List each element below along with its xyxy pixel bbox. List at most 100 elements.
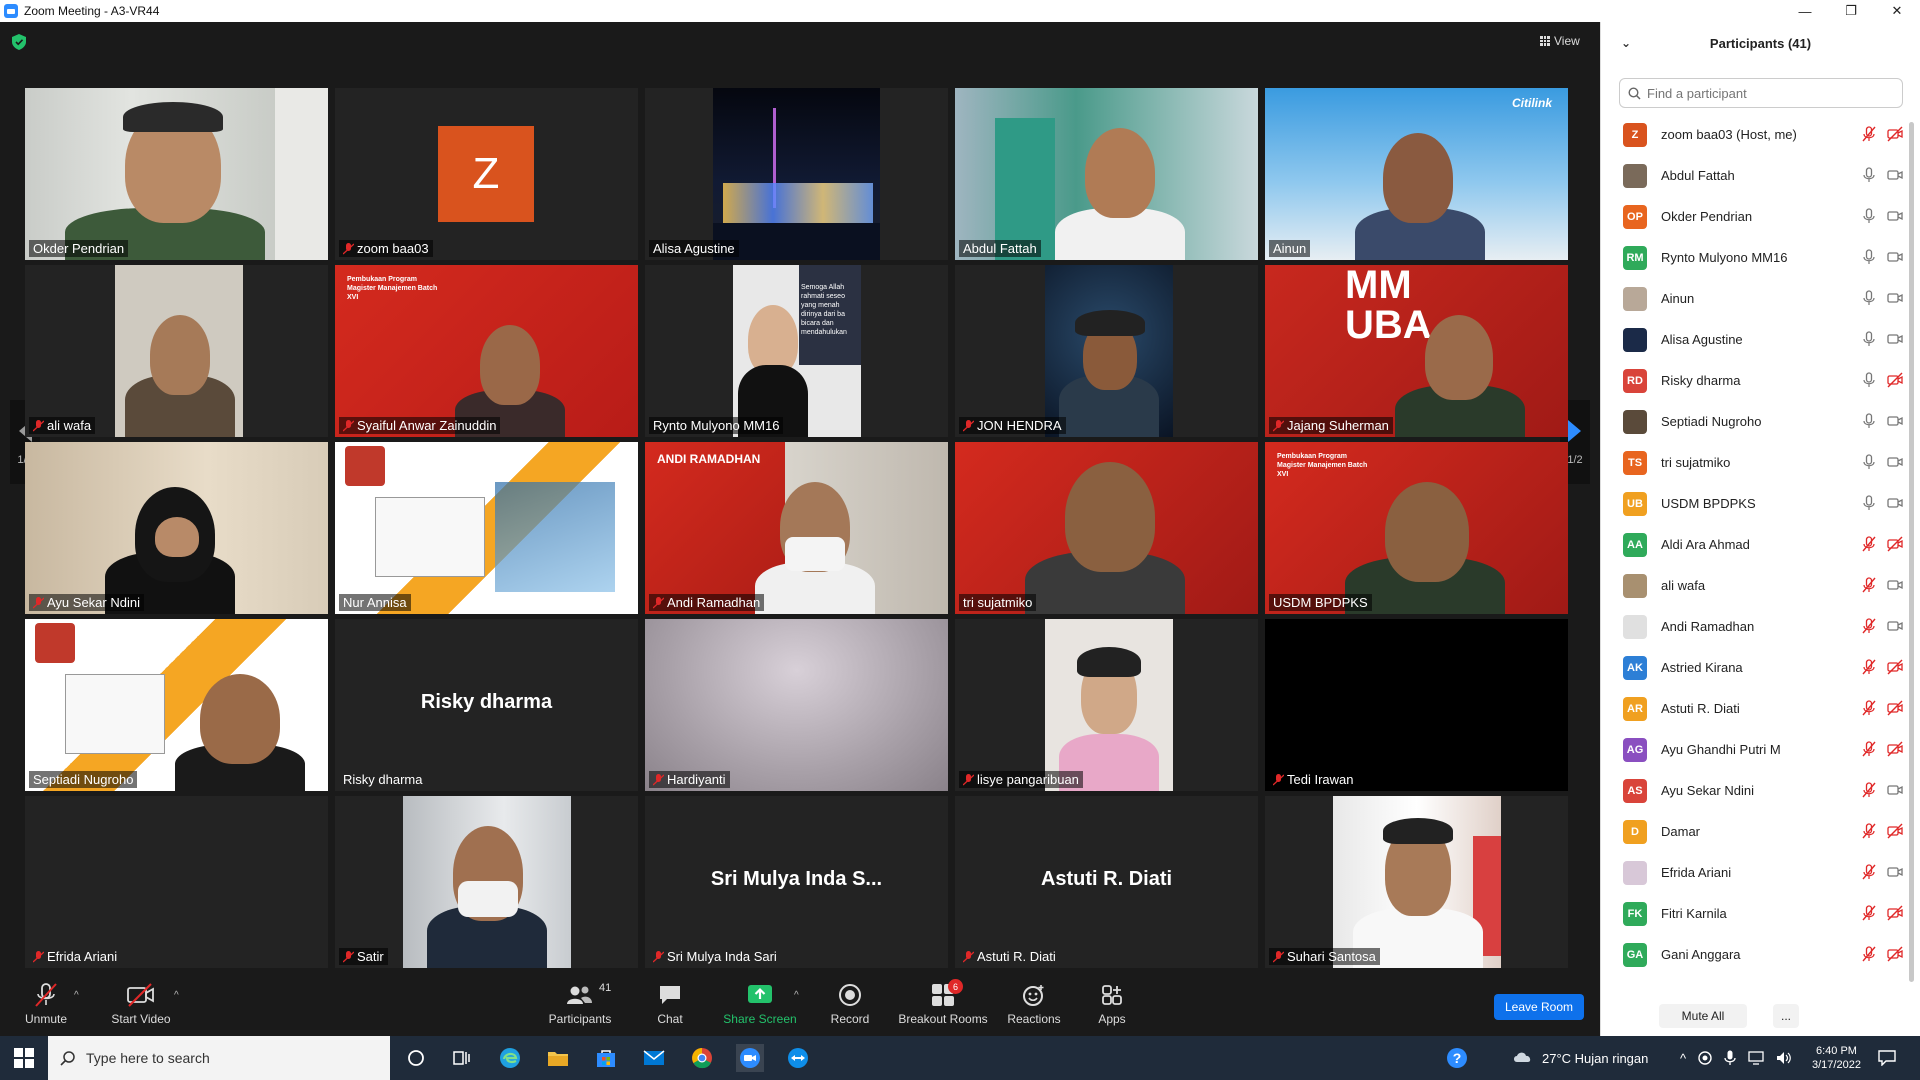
camera-icon[interactable] — [1887, 290, 1903, 306]
more-options-button[interactable]: ... — [1773, 1004, 1799, 1028]
camera-icon[interactable] — [1887, 454, 1903, 470]
participant-row[interactable]: RD Risky dharma — [1601, 360, 1920, 401]
zoom-app-icon[interactable] — [736, 1044, 764, 1072]
audio-options-caret-icon[interactable]: ^ — [74, 990, 79, 1001]
video-tile[interactable]: lisye pangaribuan — [955, 619, 1258, 791]
weather-widget[interactable]: 27°C Hujan ringan — [1512, 1036, 1648, 1080]
participant-row[interactable]: Alisa Agustine — [1601, 319, 1920, 360]
participant-row[interactable]: TS tri sujatmiko — [1601, 442, 1920, 483]
camera-icon[interactable] — [1887, 167, 1903, 183]
participant-row[interactable]: Andi Ramadhan — [1601, 606, 1920, 647]
chrome-browser-icon[interactable] — [688, 1044, 716, 1072]
mic-icon[interactable] — [1861, 167, 1877, 183]
maximize-button[interactable]: ❐ — [1828, 0, 1874, 22]
video-tile[interactable]: MM UBA Jajang Suherman — [1265, 265, 1568, 437]
edge-browser-icon[interactable] — [496, 1044, 524, 1072]
participant-row[interactable]: AR Astuti R. Diati — [1601, 688, 1920, 729]
video-tile[interactable]: Pembukaan Program Magister Manajemen Bat… — [1265, 442, 1568, 614]
video-tile[interactable]: Tedi Irawan — [1265, 619, 1568, 791]
camera-off-icon[interactable] — [1887, 741, 1903, 757]
video-tile[interactable]: Okder Pendrian — [25, 88, 328, 260]
camera-icon[interactable] — [1887, 864, 1903, 880]
start-video-button[interactable]: Start Video — [106, 972, 176, 1036]
participant-row[interactable]: FK Fitri Karnila — [1601, 893, 1920, 934]
help-icon[interactable]: ? — [1446, 1036, 1468, 1080]
mic-muted-icon[interactable] — [1861, 864, 1877, 880]
mic-muted-icon[interactable] — [1861, 536, 1877, 552]
participant-row[interactable]: Ainun — [1601, 278, 1920, 319]
video-tile[interactable]: Z zoom baa03 — [335, 88, 638, 260]
mic-muted-icon[interactable] — [1861, 700, 1877, 716]
camera-icon[interactable] — [1887, 577, 1903, 593]
apps-button[interactable]: Apps — [1092, 972, 1132, 1036]
participants-button[interactable]: 41 Participants — [540, 972, 620, 1036]
mic-muted-icon[interactable] — [1861, 741, 1877, 757]
mic-muted-icon[interactable] — [1861, 659, 1877, 675]
video-tile[interactable]: Astuti R. Diati Astuti R. Diati — [955, 796, 1258, 968]
participant-search-box[interactable] — [1619, 78, 1903, 108]
video-tile[interactable]: tri sujatmiko — [955, 442, 1258, 614]
video-tile[interactable]: Hardiyanti — [645, 619, 948, 791]
video-options-caret-icon[interactable]: ^ — [174, 990, 179, 1001]
video-tile[interactable]: Abdul Fattah — [955, 88, 1258, 260]
camera-off-icon[interactable] — [1887, 372, 1903, 388]
participant-row[interactable]: AG Ayu Ghandhi Putri M — [1601, 729, 1920, 770]
mic-icon[interactable] — [1861, 454, 1877, 470]
microsoft-store-icon[interactable] — [592, 1044, 620, 1072]
mic-icon[interactable] — [1861, 208, 1877, 224]
participant-row[interactable]: D Damar — [1601, 811, 1920, 852]
participant-row[interactable]: Zzoom baa03 (Host, me) — [1601, 114, 1920, 155]
camera-off-icon[interactable] — [1887, 659, 1903, 675]
mic-icon[interactable] — [1861, 331, 1877, 347]
video-tile[interactable]: JON HENDRA — [955, 265, 1258, 437]
cortana-icon[interactable] — [402, 1044, 430, 1072]
windows-start-icon[interactable] — [14, 1048, 34, 1068]
share-options-caret-icon[interactable]: ^ — [794, 990, 799, 1001]
camera-off-icon[interactable] — [1887, 700, 1903, 716]
mic-muted-icon[interactable] — [1861, 946, 1877, 962]
video-tile[interactable]: Alisa Agustine — [645, 88, 948, 260]
video-tile[interactable]: ali wafa — [25, 265, 328, 437]
camera-icon[interactable] — [1887, 782, 1903, 798]
view-button[interactable]: View — [1540, 34, 1580, 48]
participant-row[interactable]: AA Aldi Ara Ahmad — [1601, 524, 1920, 565]
collapse-panel-chevron-icon[interactable]: ⌄ — [1621, 36, 1631, 50]
unmute-button[interactable]: Unmute — [20, 972, 72, 1036]
camera-icon[interactable] — [1887, 618, 1903, 634]
security-shield-icon[interactable] — [12, 34, 26, 50]
participant-row[interactable]: Septiadi Nugroho — [1601, 401, 1920, 442]
teamviewer-icon[interactable] — [784, 1044, 812, 1072]
microphone-tray-icon[interactable] — [1724, 1050, 1736, 1066]
participant-row[interactable]: UB USDM BPDPKS — [1601, 483, 1920, 524]
mic-icon[interactable] — [1861, 495, 1877, 511]
video-tile[interactable]: Pembukaan Program Magister Manajemen Bat… — [335, 265, 638, 437]
close-button[interactable]: ✕ — [1874, 0, 1920, 22]
chat-button[interactable]: Chat — [652, 972, 688, 1036]
mic-muted-icon[interactable] — [1861, 782, 1877, 798]
video-tile[interactable]: Suhari Santosa — [1265, 796, 1568, 968]
mic-muted-icon[interactable] — [1861, 618, 1877, 634]
camera-off-icon[interactable] — [1887, 823, 1903, 839]
video-tile[interactable]: Risky dharma Risky dharma — [335, 619, 638, 791]
video-tile[interactable]: Satir — [335, 796, 638, 968]
participant-row[interactable]: AK Astried Kirana — [1601, 647, 1920, 688]
task-view-icon[interactable] — [448, 1044, 476, 1072]
participants-scrollbar[interactable] — [1909, 122, 1914, 982]
location-icon[interactable] — [1698, 1051, 1712, 1065]
reactions-button[interactable]: Reactions — [1004, 972, 1064, 1036]
record-button[interactable]: Record — [828, 972, 872, 1036]
mic-icon[interactable] — [1861, 290, 1877, 306]
video-tile[interactable]: ANDI RAMADHAN Andi Ramadhan — [645, 442, 948, 614]
mic-muted-icon[interactable] — [1861, 126, 1877, 142]
participant-row[interactable]: GA Gani Anggara — [1601, 934, 1920, 975]
participant-search-input[interactable] — [1647, 85, 1887, 101]
camera-off-icon[interactable] — [1887, 946, 1903, 962]
camera-icon[interactable] — [1887, 331, 1903, 347]
camera-off-icon[interactable] — [1887, 536, 1903, 552]
mail-icon[interactable] — [640, 1044, 668, 1072]
camera-off-icon[interactable] — [1887, 126, 1903, 142]
file-explorer-icon[interactable] — [544, 1044, 572, 1072]
taskbar-search-box[interactable]: Type here to search — [48, 1036, 390, 1080]
taskbar-clock[interactable]: 6:40 PM 3/17/2022 — [1812, 1036, 1861, 1080]
video-tile[interactable]: Citilink Ainun — [1265, 88, 1568, 260]
